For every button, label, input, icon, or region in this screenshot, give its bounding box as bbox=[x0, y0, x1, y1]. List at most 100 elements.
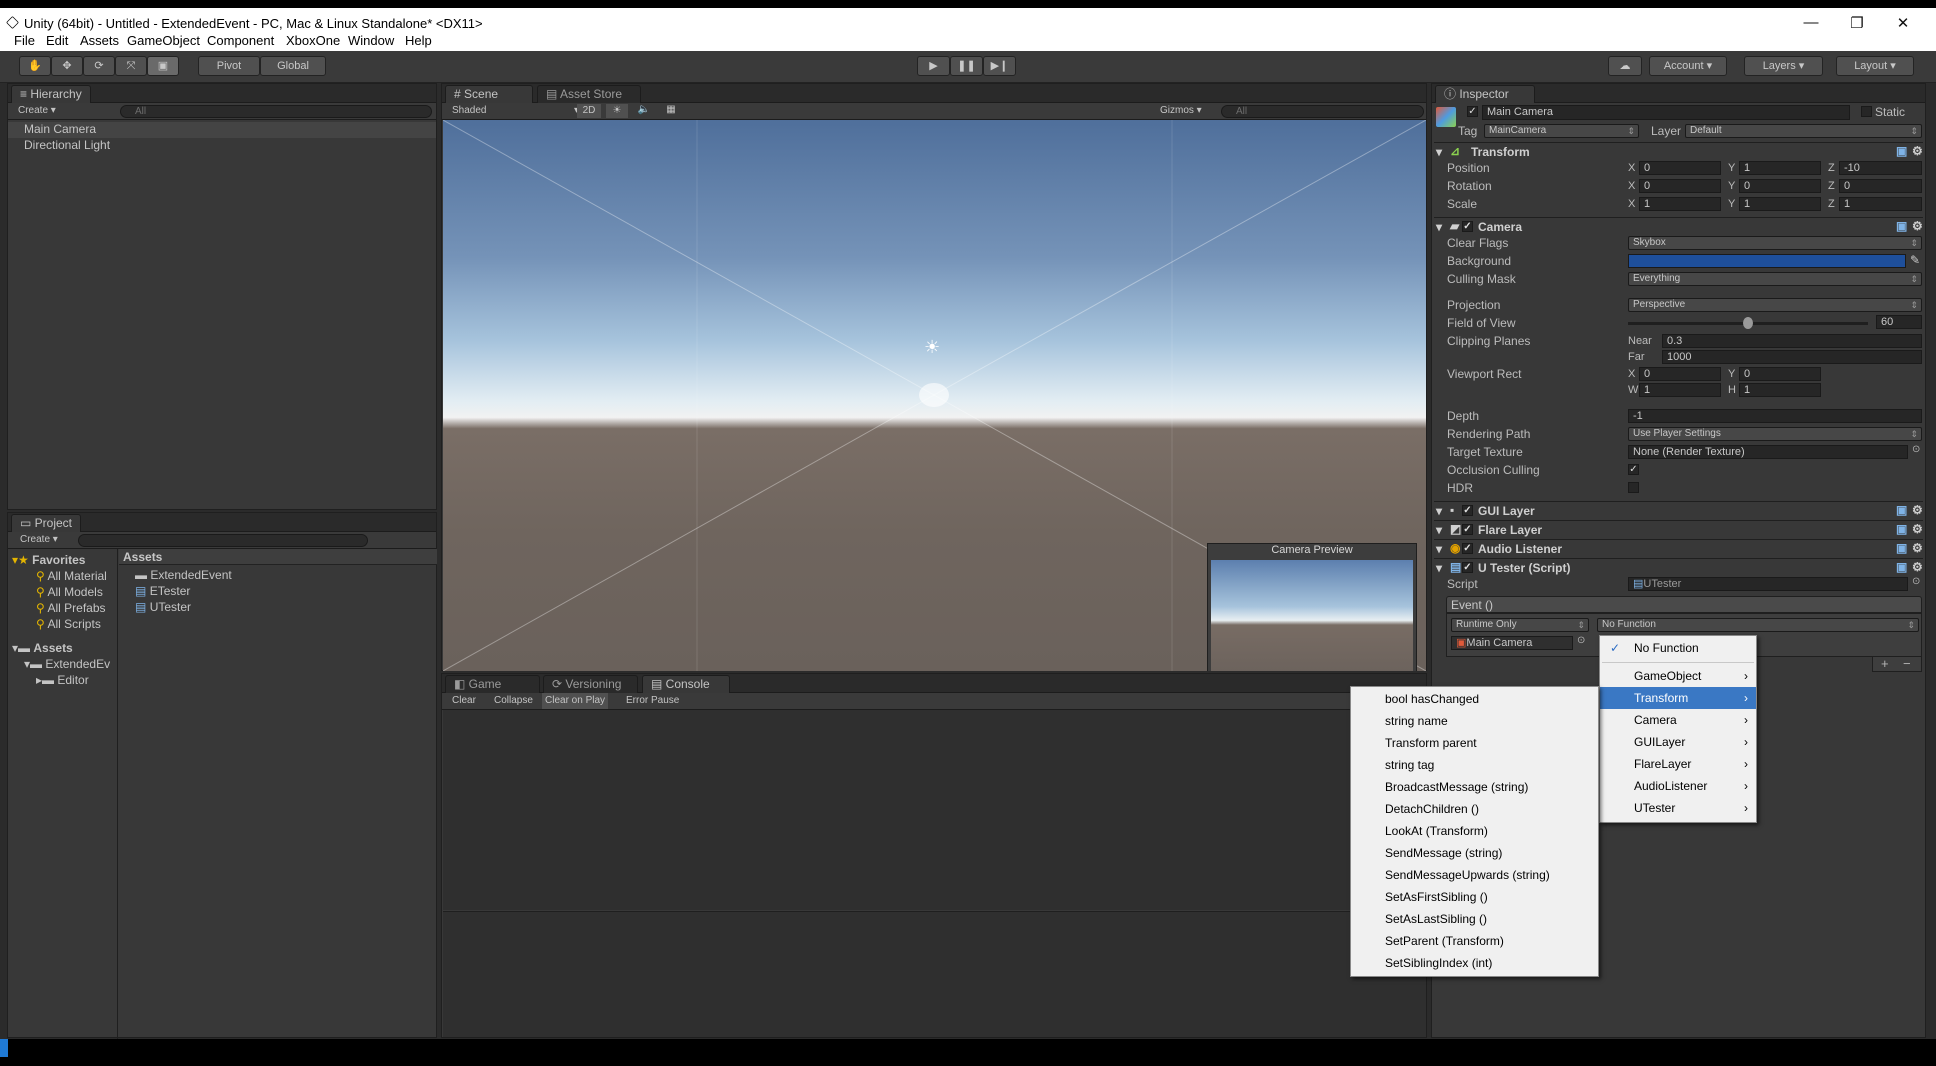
rotation-x-field[interactable]: 0 bbox=[1639, 179, 1721, 193]
menu-item-transform[interactable]: Transform › bbox=[1600, 687, 1756, 709]
help-icon[interactable]: ▣ bbox=[1896, 503, 1907, 517]
audio-listener-header[interactable]: ▾ ◉ ✓ Audio Listener ▣ ⚙ bbox=[1434, 539, 1923, 556]
menu-component[interactable]: Component bbox=[207, 33, 274, 48]
depth-field[interactable]: -1 bbox=[1628, 409, 1922, 423]
flare-layer-checkbox[interactable]: ✓ bbox=[1462, 524, 1473, 535]
gear-icon[interactable]: ⚙ bbox=[1912, 503, 1923, 517]
help-icon[interactable]: ▣ bbox=[1896, 144, 1907, 158]
assets-root[interactable]: ▾▬ Assets bbox=[8, 641, 117, 657]
submenu-item[interactable]: BroadcastMessage (string) bbox=[1351, 776, 1598, 798]
rotation-y-field[interactable]: 0 bbox=[1739, 179, 1821, 193]
console-log-area[interactable] bbox=[443, 710, 1426, 910]
menu-item-gameobject[interactable]: GameObject › bbox=[1600, 665, 1756, 687]
viewport-x-field[interactable]: 0 bbox=[1639, 367, 1721, 381]
menu-window[interactable]: Window bbox=[348, 33, 394, 48]
scale-tool-icon[interactable]: ⤧ bbox=[115, 56, 147, 76]
console-detail-area[interactable] bbox=[443, 911, 1426, 1037]
tag-dropdown[interactable]: MainCamera bbox=[1484, 124, 1639, 138]
menu-xboxone[interactable]: XboxOne bbox=[286, 33, 340, 48]
scale-y-field[interactable]: 1 bbox=[1739, 197, 1821, 211]
help-icon[interactable]: ▣ bbox=[1896, 560, 1907, 574]
position-x-field[interactable]: 0 bbox=[1639, 161, 1721, 175]
viewport-h-field[interactable]: 1 bbox=[1739, 383, 1821, 397]
console-error-pause-button[interactable]: Error Pause bbox=[626, 695, 679, 706]
position-y-field[interactable]: 1 bbox=[1739, 161, 1821, 175]
gui-layer-header[interactable]: ▾ ▪ ✓ GUI Layer ▣ ⚙ bbox=[1434, 501, 1923, 518]
help-icon[interactable]: ▣ bbox=[1896, 541, 1907, 555]
transform-header[interactable]: ▾ ⊿ Transform ▣ ⚙ bbox=[1434, 142, 1923, 159]
gear-icon[interactable]: ⚙ bbox=[1912, 144, 1923, 158]
layout-dropdown[interactable]: Layout ▾ bbox=[1836, 56, 1914, 76]
submenu-item[interactable]: DetachChildren () bbox=[1351, 798, 1598, 820]
lighting-toggle-icon[interactable]: ☀ bbox=[606, 104, 628, 118]
help-icon[interactable]: ▣ bbox=[1896, 522, 1907, 536]
camera-gizmo-icon[interactable] bbox=[919, 383, 949, 407]
cloud-icon[interactable]: ☁ bbox=[1608, 56, 1642, 76]
menu-assets[interactable]: Assets bbox=[80, 33, 119, 48]
hierarchy-search-input[interactable]: All bbox=[120, 105, 432, 118]
account-dropdown[interactable]: Account ▾ bbox=[1649, 56, 1727, 76]
menu-item-camera[interactable]: Camera › bbox=[1600, 709, 1756, 731]
asset-item[interactable]: ▬ ExtendedEvent bbox=[119, 568, 436, 584]
submenu-item[interactable]: SetAsFirstSibling () bbox=[1351, 886, 1598, 908]
menu-item-guilayer[interactable]: GUILayer › bbox=[1600, 731, 1756, 753]
console-collapse-button[interactable]: Collapse bbox=[494, 695, 533, 706]
gear-icon[interactable]: ⚙ bbox=[1912, 522, 1923, 536]
gui-layer-checkbox[interactable]: ✓ bbox=[1462, 505, 1473, 516]
rendering-path-dropdown[interactable]: Use Player Settings bbox=[1628, 427, 1922, 441]
tab-versioning[interactable]: ⟳ Versioning bbox=[543, 675, 638, 693]
gear-icon[interactable]: ⚙ bbox=[1912, 219, 1923, 233]
scale-x-field[interactable]: 1 bbox=[1639, 197, 1721, 211]
hdr-checkbox[interactable] bbox=[1628, 482, 1639, 493]
layer-dropdown[interactable]: Default bbox=[1685, 124, 1922, 138]
tab-hierarchy[interactable]: ≡ Hierarchy bbox=[11, 85, 91, 103]
submenu-item[interactable]: SendMessage (string) bbox=[1351, 842, 1598, 864]
clear-flags-dropdown[interactable]: Skybox bbox=[1628, 236, 1922, 250]
fov-value-field[interactable]: 60 bbox=[1876, 315, 1922, 329]
projection-dropdown[interactable]: Perspective bbox=[1628, 298, 1922, 312]
script-field[interactable]: ▤UTester bbox=[1628, 577, 1908, 591]
sun-light-icon[interactable]: ☀ bbox=[924, 337, 940, 358]
favorite-item[interactable]: ⚲ All Prefabs bbox=[8, 601, 117, 617]
menu-item-no-function[interactable]: ✓ No Function bbox=[1600, 637, 1756, 659]
console-clear-on-play-button[interactable]: Clear on Play bbox=[542, 693, 609, 709]
active-checkbox[interactable]: ✓ bbox=[1467, 106, 1478, 117]
utester-header[interactable]: ▾ ▤ ✓ U Tester (Script) ▣ ⚙ bbox=[1434, 558, 1923, 575]
breadcrumb-assets[interactable]: Assets bbox=[123, 550, 162, 564]
audio-listener-checkbox[interactable]: ✓ bbox=[1462, 543, 1473, 554]
move-tool-icon[interactable]: ✥ bbox=[51, 56, 83, 76]
viewport-y-field[interactable]: 0 bbox=[1739, 367, 1821, 381]
hand-tool-icon[interactable]: ✋ bbox=[19, 56, 51, 76]
static-checkbox[interactable] bbox=[1861, 106, 1872, 117]
menu-help[interactable]: Help bbox=[405, 33, 432, 48]
submenu-item[interactable]: Transform parent bbox=[1351, 732, 1598, 754]
hierarchy-create-button[interactable]: Create ▾ bbox=[18, 105, 56, 116]
hierarchy-item-main-camera[interactable]: Main Camera bbox=[8, 122, 436, 138]
favorite-item[interactable]: ⚲ All Material bbox=[8, 569, 117, 585]
menu-item-flarelayer[interactable]: FlareLayer › bbox=[1600, 753, 1756, 775]
camera-enabled-checkbox[interactable]: ✓ bbox=[1462, 221, 1473, 232]
tab-inspector[interactable]: ⓘ Inspector bbox=[1435, 85, 1535, 103]
console-clear-button[interactable]: Clear bbox=[452, 695, 476, 706]
tree-folder[interactable]: ▸▬ Editor bbox=[8, 673, 117, 689]
menu-item-audiolistener[interactable]: AudioListener › bbox=[1600, 775, 1756, 797]
gear-icon[interactable]: ⚙ bbox=[1912, 541, 1923, 555]
submenu-item[interactable]: LookAt (Transform) bbox=[1351, 820, 1598, 842]
remove-event-button[interactable]: − bbox=[1903, 656, 1911, 671]
favorites-header[interactable]: ▾★ Favorites bbox=[8, 553, 117, 569]
2d-toggle[interactable]: 2D bbox=[577, 104, 601, 118]
favorite-item[interactable]: ⚲ All Scripts bbox=[8, 617, 117, 633]
layers-dropdown[interactable]: Layers ▾ bbox=[1744, 56, 1823, 76]
submenu-item[interactable]: string tag bbox=[1351, 754, 1598, 776]
flare-layer-header[interactable]: ▾ ◩ ✓ Flare Layer ▣ ⚙ bbox=[1434, 520, 1923, 537]
scene-search-input[interactable]: All bbox=[1221, 105, 1424, 118]
rect-tool-icon[interactable]: ▣ bbox=[147, 56, 179, 76]
position-z-field[interactable]: -10 bbox=[1839, 161, 1922, 175]
scene-viewport[interactable]: ☀ Camera Preview bbox=[443, 120, 1426, 671]
menu-file[interactable]: File bbox=[14, 33, 35, 48]
background-color-field[interactable] bbox=[1628, 254, 1906, 268]
scale-z-field[interactable]: 1 bbox=[1839, 197, 1922, 211]
viewport-w-field[interactable]: 1 bbox=[1639, 383, 1721, 397]
menu-gameobject[interactable]: GameObject bbox=[127, 33, 200, 48]
step-button[interactable]: ▶❙ bbox=[983, 56, 1016, 76]
